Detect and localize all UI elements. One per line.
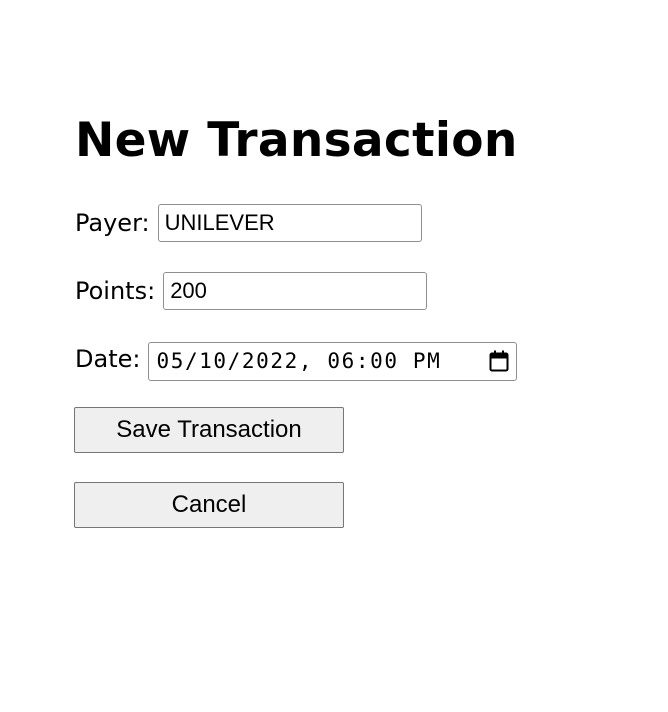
date-label: Date: [75, 345, 141, 373]
payer-row: Payer: [75, 203, 422, 243]
points-input[interactable] [163, 272, 428, 310]
date-row: Date: 05/10/2022, 06:00 PM [75, 339, 518, 381]
date-input[interactable]: 05/10/2022, 06:00 PM [148, 341, 518, 381]
date-value[interactable]: 05/10/2022, 06:00 PM [156, 349, 488, 373]
save-transaction-button[interactable]: Save Transaction [74, 407, 344, 453]
page-title: New Transaction [75, 113, 518, 168]
payer-label: Payer: [75, 209, 150, 237]
calendar-icon[interactable] [488, 350, 510, 372]
payer-input[interactable] [157, 204, 422, 242]
points-row: Points: [75, 271, 428, 311]
cancel-button[interactable]: Cancel [74, 482, 344, 528]
points-label: Points: [75, 277, 156, 305]
